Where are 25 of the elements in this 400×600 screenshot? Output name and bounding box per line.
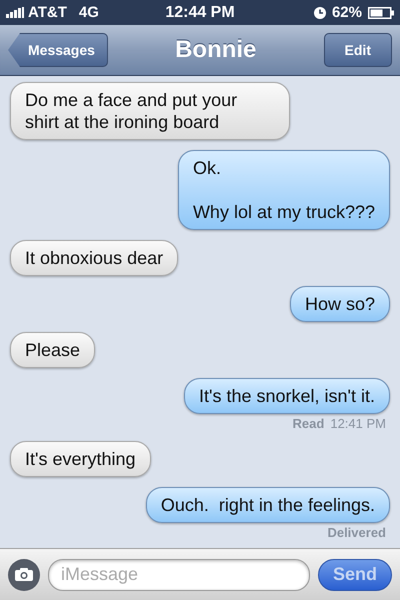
carrier-name: AT&T: [28, 4, 67, 21]
camera-icon: [14, 567, 34, 582]
battery-icon: [368, 6, 394, 18]
delivery-status: Read: [292, 416, 324, 431]
edit-button[interactable]: Edit: [324, 33, 392, 67]
camera-button[interactable]: [8, 558, 40, 590]
signal-icon: [6, 7, 24, 18]
sent-message-bubble: Ouch. right in the feelings.: [146, 487, 390, 523]
sent-message-bubble: How so?: [290, 286, 390, 322]
sent-message-bubble: It's the snorkel, isn't it.: [184, 378, 390, 414]
received-message-bubble: Do me a face and put your shirt at the ironing board: [10, 82, 290, 140]
back-button[interactable]: Messages: [8, 33, 108, 67]
message-input-field[interactable]: iMessage: [48, 558, 310, 590]
received-message-bubble: It obnoxious dear: [10, 240, 178, 276]
contact-name: Bonnie: [175, 36, 256, 64]
read-time: 12:41 PM: [330, 416, 386, 431]
clock-icon: [314, 6, 326, 18]
delivery-status: Delivered: [327, 525, 386, 540]
received-message-bubble: It's everything: [10, 441, 150, 477]
status-time: 12:44 PM: [165, 4, 235, 22]
send-button[interactable]: Send: [318, 558, 392, 590]
sent-message-bubble: Ok. Why lol at my truck???: [178, 150, 390, 230]
battery-percent: 62%: [332, 4, 362, 21]
received-message-bubble: Please: [10, 332, 96, 368]
network-type: 4G: [78, 4, 99, 21]
